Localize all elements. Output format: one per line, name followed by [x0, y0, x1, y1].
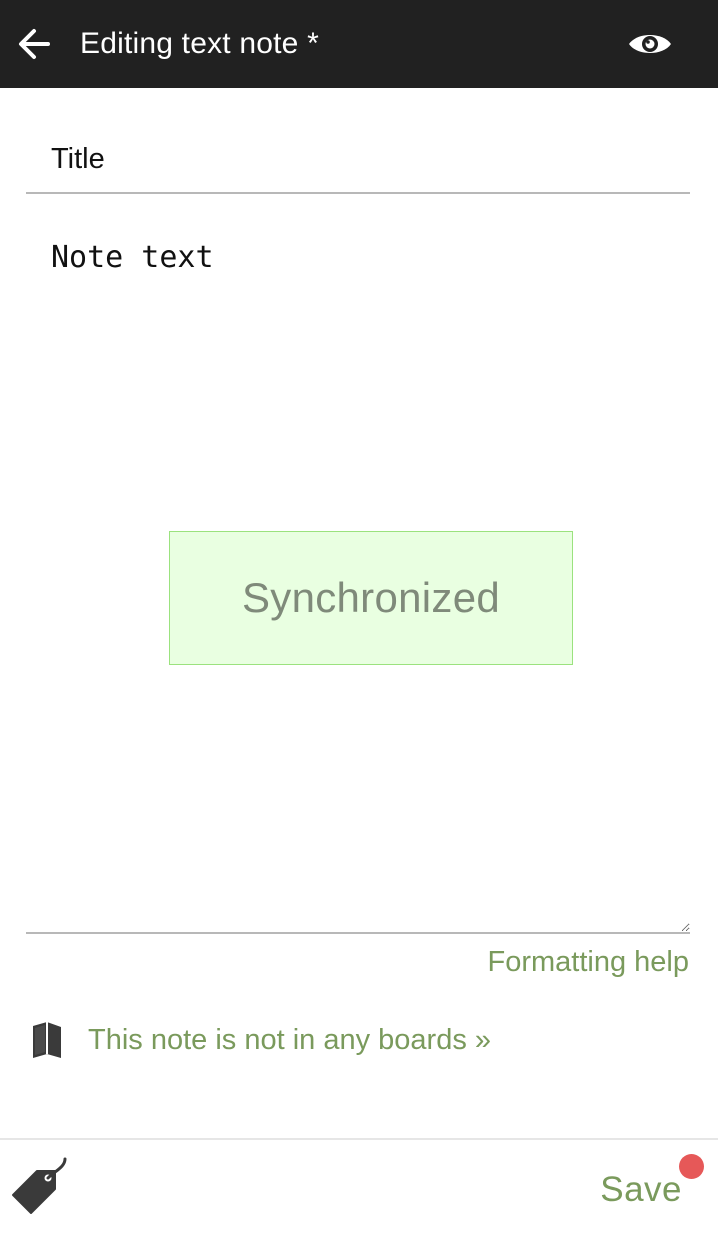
book-icon [30, 1019, 64, 1061]
app-header: Editing text note * [0, 0, 718, 88]
eye-icon [629, 35, 671, 53]
save-button[interactable]: Save [600, 1168, 682, 1212]
tag-icon [12, 1157, 67, 1214]
boards-row[interactable]: This note is not in any boards » [30, 1016, 491, 1064]
arrow-left-icon [19, 29, 50, 59]
unsaved-indicator-badge [679, 1154, 704, 1179]
formatting-help-link[interactable]: Formatting help [488, 944, 690, 980]
back-button[interactable] [12, 22, 56, 66]
preview-button[interactable] [624, 22, 676, 66]
page-title: Editing text note * [80, 27, 319, 60]
boards-link[interactable]: This note is not in any boards » [88, 1024, 491, 1057]
sync-status-text: Synchronized [241, 574, 501, 621]
tag-button[interactable] [6, 1154, 72, 1220]
sync-status-toast: Synchronized [169, 531, 573, 665]
bottom-toolbar: Save [0, 1138, 718, 1233]
title-input[interactable] [26, 126, 690, 194]
